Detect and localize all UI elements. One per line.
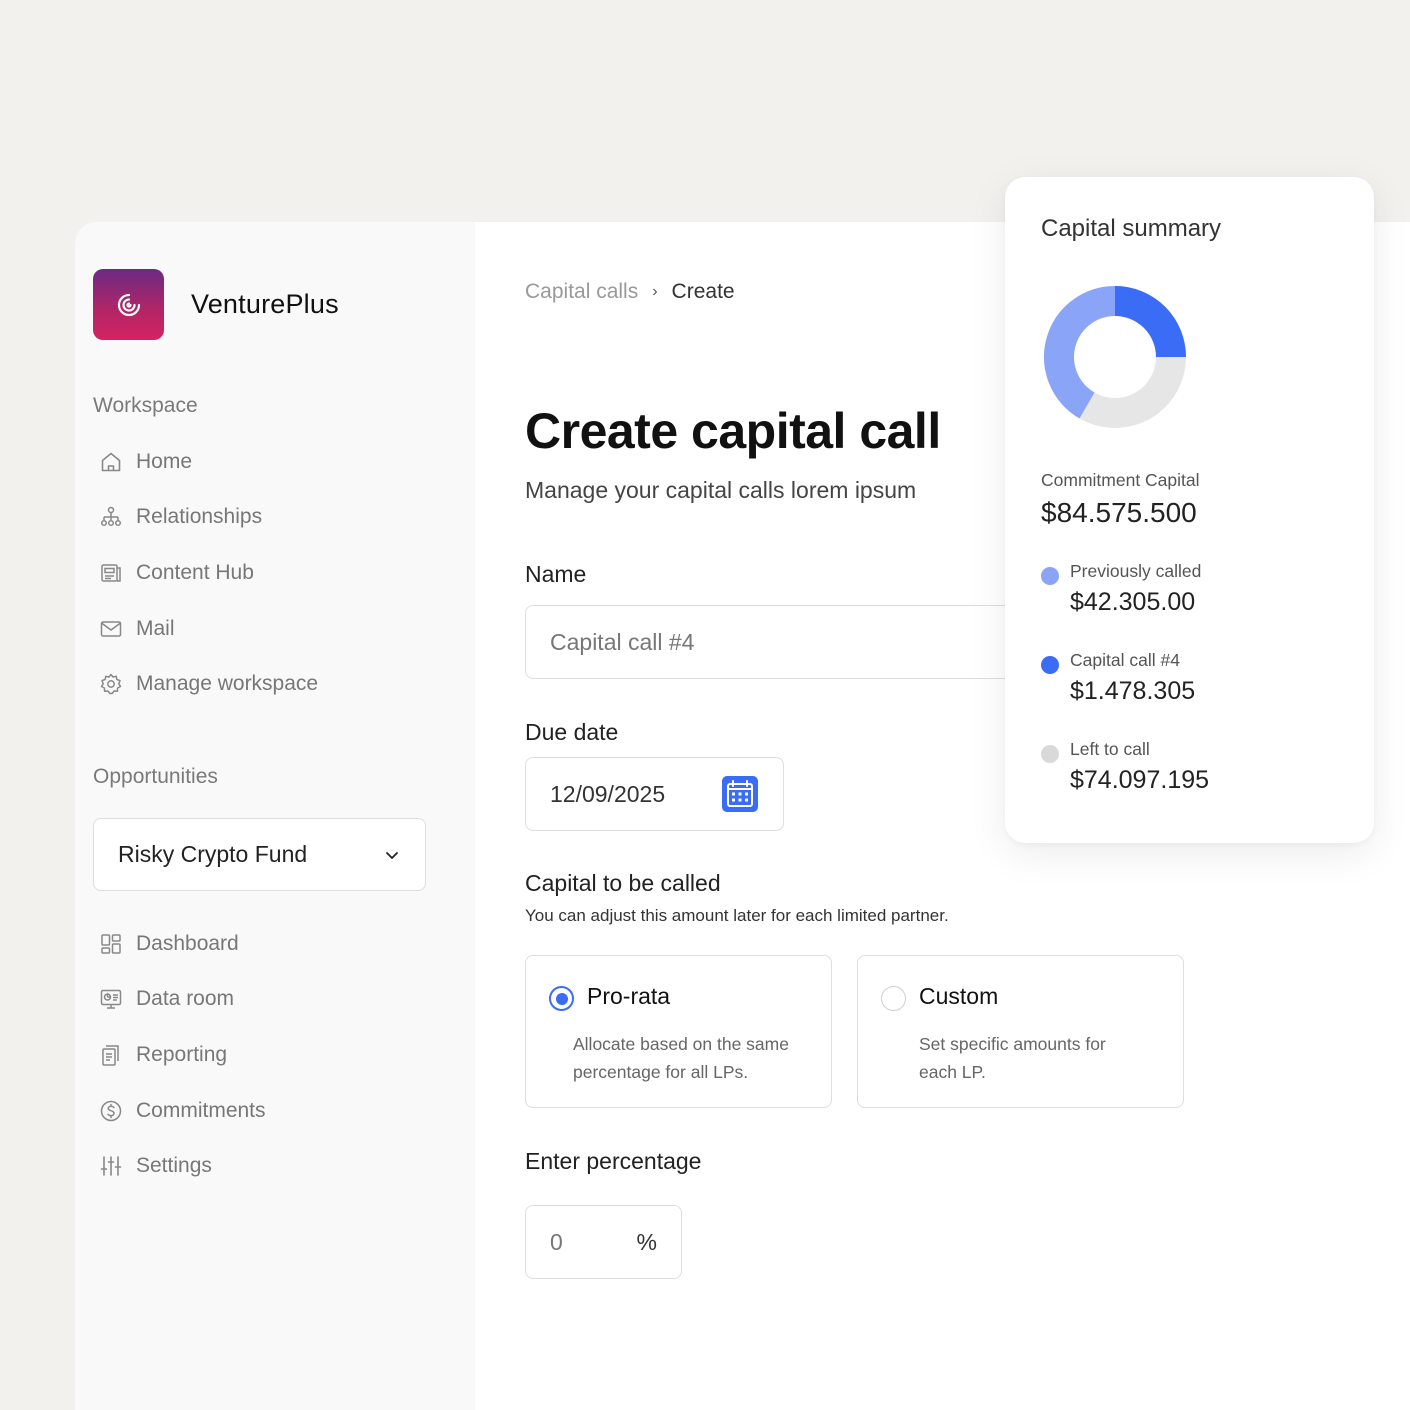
- brand[interactable]: VenturePlus: [93, 269, 339, 340]
- page-subtitle: Manage your capital calls lorem ipsum: [525, 477, 917, 503]
- legend-label: Capital call #4: [1070, 650, 1180, 670]
- legend-value: $42.305.00: [1070, 588, 1196, 616]
- legend-label: Left to call: [1070, 739, 1150, 759]
- dashboard-icon: [97, 930, 125, 958]
- sidebar-item-label: Dashboard: [136, 931, 239, 955]
- breadcrumb-current: Create: [671, 280, 735, 303]
- fund-selector-value: Risky Crypto Fund: [118, 841, 308, 867]
- sidebar-item-label: Mail: [136, 616, 175, 640]
- sidebar-item-mail[interactable]: Mail: [97, 601, 318, 657]
- gear-icon: [97, 670, 125, 698]
- sidebar-item-commitments[interactable]: Commitments: [97, 1083, 266, 1139]
- sidebar-item-data-room[interactable]: Data room: [97, 972, 266, 1028]
- mail-icon: [97, 615, 125, 643]
- percentage-input[interactable]: 0 %: [525, 1205, 682, 1279]
- app-name: VenturePlus: [191, 289, 339, 319]
- donut-capital-call-segment: [1114, 286, 1186, 358]
- legend-label: Previously called: [1070, 561, 1202, 581]
- option-pro-rata-title: Pro-rata: [587, 983, 671, 1009]
- breadcrumb: Capital calls › Create: [525, 280, 735, 304]
- legend-dot: [1041, 567, 1059, 585]
- capital-hint: You can adjust this amount later for eac…: [525, 906, 949, 925]
- reporting-icon: [97, 1041, 125, 1069]
- app-logo: [93, 269, 164, 340]
- page-title: Create capital call: [525, 403, 941, 459]
- option-custom-desc-line1: Set specific amounts for: [919, 1034, 1106, 1054]
- capital-donut-chart: [1044, 286, 1186, 428]
- sidebar-item-home[interactable]: Home: [97, 434, 318, 490]
- sidebar-item-relationships[interactable]: Relationships: [97, 490, 318, 546]
- opportunities-section-label: Opportunities: [93, 765, 218, 788]
- breadcrumb-capital-calls[interactable]: Capital calls: [525, 280, 638, 304]
- radio-custom[interactable]: [881, 986, 906, 1011]
- sidebar-item-dashboard[interactable]: Dashboard: [97, 916, 266, 972]
- sidebar-item-content-hub[interactable]: Content Hub: [97, 545, 318, 601]
- due-date-value: 12/09/2025: [550, 780, 666, 807]
- percentage-suffix: %: [636, 1228, 657, 1255]
- name-input-placeholder: Capital call #4: [550, 628, 695, 655]
- capital-summary-title: Capital summary: [1041, 215, 1222, 242]
- workspace-section-label: Workspace: [93, 394, 198, 417]
- sidebar-item-label: Content Hub: [136, 560, 254, 584]
- sidebar-item-label: Home: [136, 449, 193, 473]
- option-pro-rata-desc-line2: percentage for all LPs.: [573, 1062, 749, 1082]
- option-pro-rata-desc-line1: Allocate based on the same: [573, 1034, 789, 1054]
- workspace-nav: Home Relationships Content Hub Mail Mana…: [97, 434, 318, 712]
- fund-nav: Dashboard Data room Reporting Commitment…: [97, 916, 266, 1194]
- option-pro-rata[interactable]: Pro-rata Allocate based on the same perc…: [525, 955, 832, 1108]
- sidebar: VenturePlus Workspace Home Relationships: [75, 222, 475, 1410]
- sliders-icon: [97, 1152, 125, 1180]
- fund-selector[interactable]: Risky Crypto Fund: [93, 818, 426, 891]
- dollar-icon: [97, 1097, 125, 1125]
- name-input[interactable]: Capital call #4: [525, 605, 1045, 679]
- legend-dot: [1041, 656, 1059, 674]
- sidebar-item-label: Reporting: [136, 1042, 228, 1066]
- commitment-capital-label: Commitment Capital: [1041, 470, 1200, 490]
- calendar-icon[interactable]: [721, 775, 759, 813]
- name-label: Name: [525, 561, 587, 587]
- capital-label: Capital to be called: [525, 870, 721, 896]
- donut-previously-called-segment: [1044, 286, 1116, 419]
- percentage-label: Enter percentage: [525, 1148, 702, 1174]
- breadcrumb-separator: ›: [652, 283, 658, 300]
- sidebar-item-label: Relationships: [136, 505, 263, 529]
- data-room-icon: [97, 985, 125, 1013]
- option-custom-description: Set specific amounts for each LP.: [919, 1030, 1106, 1086]
- capital-summary-card: Capital summary Commitment Capital $84.5…: [1005, 177, 1374, 843]
- content-hub-icon: [97, 559, 125, 587]
- commitment-capital-value: $84.575.500: [1041, 497, 1197, 528]
- sidebar-item-label: Data room: [136, 987, 235, 1011]
- radio-pro-rata[interactable]: [549, 986, 574, 1011]
- legend-value: $74.097.195: [1070, 766, 1210, 794]
- sidebar-item-settings[interactable]: Settings: [97, 1138, 266, 1194]
- option-custom-desc-line2: each LP.: [919, 1062, 986, 1082]
- due-date-label: Due date: [525, 719, 619, 745]
- option-custom-title: Custom: [919, 983, 999, 1009]
- home-icon: [97, 448, 125, 476]
- option-custom[interactable]: Custom Set specific amounts for each LP.: [857, 955, 1184, 1108]
- legend-dot: [1041, 745, 1059, 763]
- spiral-logo-icon: [117, 293, 140, 316]
- sidebar-item-label: Manage workspace: [136, 672, 319, 696]
- sidebar-item-reporting[interactable]: Reporting: [97, 1027, 266, 1083]
- option-pro-rata-description: Allocate based on the same percentage fo…: [573, 1030, 789, 1086]
- sidebar-item-label: Commitments: [136, 1098, 266, 1122]
- sidebar-item-manage-workspace[interactable]: Manage workspace: [97, 656, 318, 712]
- radio-pro-rata-dot: [555, 992, 568, 1005]
- chevron-down-icon: [383, 846, 401, 864]
- due-date-input[interactable]: 12/09/2025: [525, 757, 784, 831]
- percentage-placeholder: 0: [550, 1228, 563, 1255]
- relationships-icon: [97, 503, 125, 531]
- sidebar-item-label: Settings: [136, 1154, 212, 1178]
- legend-value: $1.478.305: [1070, 677, 1196, 705]
